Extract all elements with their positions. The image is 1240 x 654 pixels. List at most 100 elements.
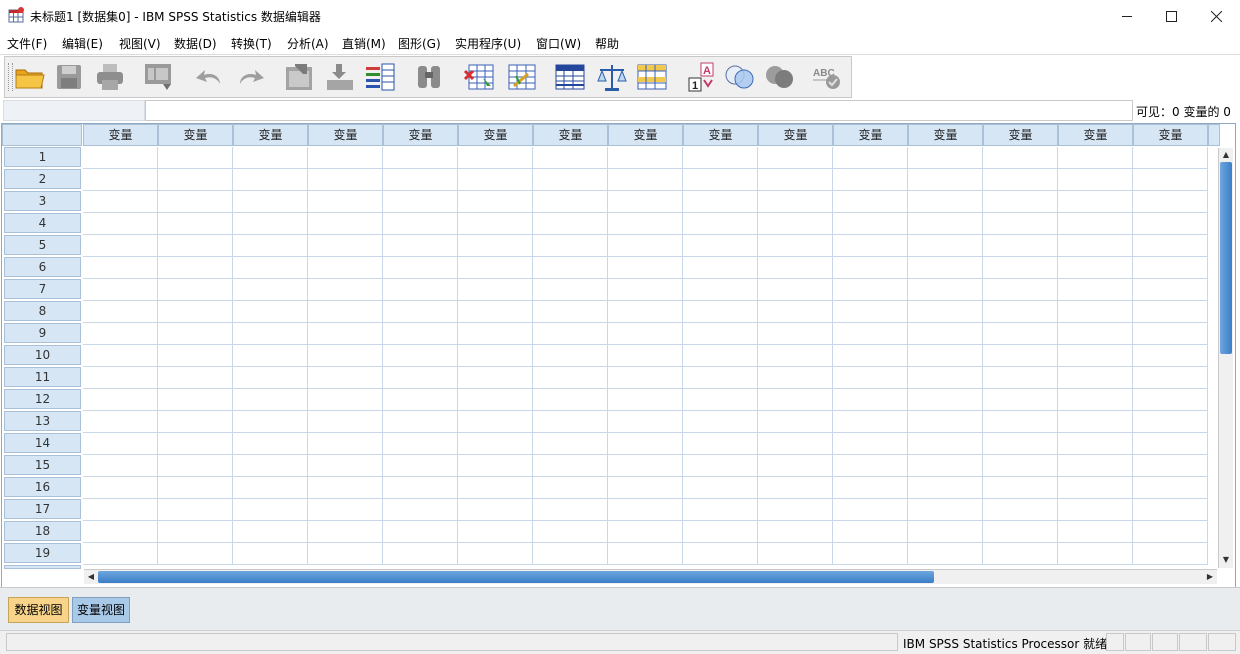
row-header[interactable]: 14 [4, 433, 81, 453]
data-cell[interactable] [533, 411, 608, 433]
data-cell[interactable] [83, 477, 158, 499]
menu-view[interactable]: 视图(V) [119, 35, 161, 52]
row-header[interactable]: 17 [4, 499, 81, 519]
menu-direct-marketing[interactable]: 直销(M) [342, 35, 386, 52]
data-cell[interactable] [83, 455, 158, 477]
menu-graphs[interactable]: 图形(G) [398, 35, 441, 52]
scroll-up-icon[interactable]: ▲ [1220, 149, 1232, 161]
data-cell[interactable] [158, 213, 233, 235]
data-cell[interactable] [533, 345, 608, 367]
data-cell[interactable] [758, 323, 833, 345]
data-cell[interactable] [833, 301, 908, 323]
data-cell[interactable] [608, 499, 683, 521]
data-cell[interactable] [908, 345, 983, 367]
data-cell[interactable] [758, 169, 833, 191]
data-cell[interactable] [1058, 389, 1133, 411]
data-cell[interactable] [908, 301, 983, 323]
data-cell[interactable] [533, 433, 608, 455]
data-cell[interactable] [983, 169, 1058, 191]
data-cell[interactable] [383, 235, 458, 257]
data-cell[interactable] [308, 499, 383, 521]
data-cell[interactable] [383, 477, 458, 499]
column-header[interactable]: 变量 [683, 124, 758, 146]
data-cell[interactable] [83, 389, 158, 411]
data-cell[interactable] [233, 499, 308, 521]
data-cell[interactable] [233, 257, 308, 279]
data-cell[interactable] [608, 411, 683, 433]
goto-case-button[interactable] [282, 61, 316, 93]
data-cell[interactable] [158, 455, 233, 477]
data-cell[interactable] [908, 323, 983, 345]
scroll-right-icon[interactable]: ▶ [1204, 571, 1216, 583]
data-cell[interactable] [83, 543, 158, 565]
data-cell[interactable] [758, 191, 833, 213]
data-cell[interactable] [533, 235, 608, 257]
data-cell[interactable] [383, 301, 458, 323]
data-cell[interactable] [233, 323, 308, 345]
menu-transform[interactable]: 转换(T) [231, 35, 272, 52]
data-cell[interactable] [683, 499, 758, 521]
data-cell[interactable] [458, 279, 533, 301]
open-button[interactable] [13, 61, 47, 93]
row-header[interactable]: 9 [4, 323, 81, 343]
column-header[interactable]: 变量 [1133, 124, 1208, 146]
data-cell[interactable] [833, 191, 908, 213]
data-cell[interactable] [233, 521, 308, 543]
data-cell[interactable] [383, 279, 458, 301]
data-cell[interactable] [308, 147, 383, 169]
data-cell[interactable] [983, 521, 1058, 543]
data-cell[interactable] [1058, 279, 1133, 301]
data-cell[interactable] [608, 213, 683, 235]
data-cell[interactable] [683, 367, 758, 389]
data-cell[interactable] [533, 543, 608, 565]
data-cell[interactable] [758, 345, 833, 367]
data-cell[interactable] [683, 301, 758, 323]
data-cell[interactable] [308, 257, 383, 279]
data-cell[interactable] [533, 499, 608, 521]
column-header[interactable]: 变量 [833, 124, 908, 146]
data-cell[interactable] [683, 147, 758, 169]
data-cell[interactable] [458, 499, 533, 521]
row-header[interactable]: 10 [4, 345, 81, 365]
data-cell[interactable] [308, 235, 383, 257]
data-cell[interactable] [908, 477, 983, 499]
data-cell[interactable] [908, 147, 983, 169]
variables-button[interactable] [363, 61, 397, 93]
data-cell[interactable] [1133, 521, 1208, 543]
data-cell[interactable] [908, 213, 983, 235]
data-cell[interactable] [908, 235, 983, 257]
value-labels-button[interactable]: A 1 [685, 61, 719, 93]
column-header-partial[interactable] [1208, 124, 1220, 146]
data-cell[interactable] [758, 301, 833, 323]
data-cell[interactable] [833, 455, 908, 477]
data-cell[interactable] [1058, 543, 1133, 565]
data-cell[interactable] [233, 235, 308, 257]
data-cell[interactable] [308, 213, 383, 235]
data-cell[interactable] [533, 191, 608, 213]
data-cell[interactable] [158, 477, 233, 499]
row-header[interactable]: 8 [4, 301, 81, 321]
data-cell[interactable] [833, 433, 908, 455]
data-cell[interactable] [1133, 477, 1208, 499]
data-cell[interactable] [458, 235, 533, 257]
column-header[interactable]: 变量 [758, 124, 833, 146]
data-cell[interactable] [1133, 169, 1208, 191]
data-cell[interactable] [1133, 191, 1208, 213]
data-cell[interactable] [758, 257, 833, 279]
data-cell[interactable] [383, 257, 458, 279]
data-cell[interactable] [308, 279, 383, 301]
data-cell[interactable] [833, 477, 908, 499]
data-cell[interactable] [233, 477, 308, 499]
data-cell[interactable] [383, 147, 458, 169]
data-cell[interactable] [1133, 411, 1208, 433]
find-button[interactable] [412, 61, 446, 93]
data-cell[interactable] [908, 499, 983, 521]
data-cell[interactable] [983, 455, 1058, 477]
data-cell[interactable] [458, 543, 533, 565]
data-cell[interactable] [383, 367, 458, 389]
data-cell[interactable] [83, 521, 158, 543]
data-cell[interactable] [83, 323, 158, 345]
data-cell[interactable] [833, 521, 908, 543]
goto-variable-button[interactable] [323, 61, 357, 93]
horizontal-scroll-thumb[interactable] [98, 571, 934, 583]
